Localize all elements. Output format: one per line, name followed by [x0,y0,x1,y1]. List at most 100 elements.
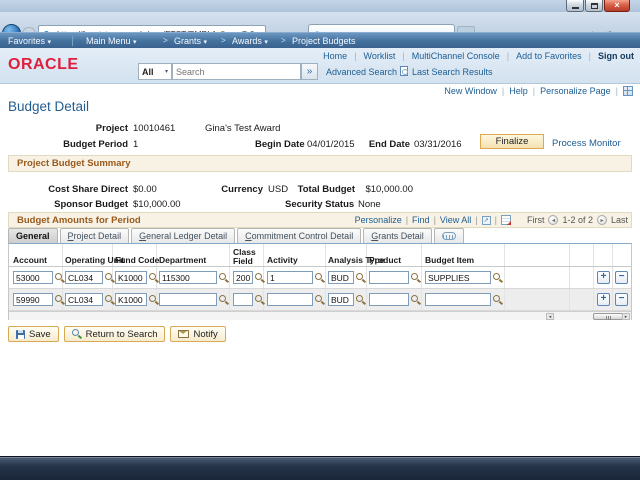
operating-unit-lookup-icon[interactable] [105,273,115,283]
activity-lookup-icon[interactable] [315,295,325,305]
account-lookup-icon[interactable] [55,295,65,305]
product-input-row2[interactable] [369,293,409,306]
department-input-row1[interactable] [159,271,217,284]
account-lookup-icon[interactable] [55,273,65,283]
personalize-link[interactable]: Personalize [355,215,402,225]
security-status-value: None [358,199,381,210]
budget-item-input-row1[interactable] [425,271,491,284]
product-lookup-icon[interactable] [411,295,421,305]
return-to-search-button[interactable]: Return to Search [63,326,166,342]
window-restore-button[interactable] [585,0,603,12]
separator: | [532,86,536,96]
fund-code-input-row2[interactable] [115,293,147,306]
taskbar: e ▶ II ▴ × 4:43 PM 3/2/2015 [0,456,640,480]
product-lookup-icon[interactable] [411,273,421,283]
department-input-row2[interactable] [159,293,217,306]
tab-project-detail[interactable]: Project Detail [59,228,130,243]
budget-item-input-row2[interactable] [425,293,491,306]
finalize-button[interactable]: Finalize [480,134,544,149]
add-row-button[interactable]: + [597,271,610,284]
search-input[interactable] [172,63,301,80]
class-field-input-row1[interactable] [233,271,253,284]
col-activity: Activity [267,255,298,265]
new-window-link[interactable]: New Window [444,86,497,96]
analysis-type-lookup-icon[interactable] [356,295,366,305]
analysis-type-input-row1[interactable] [328,271,354,284]
budget-item-lookup-icon[interactable] [493,295,503,305]
grid-horizontal-scrollbar: ◂ ▸ [9,311,631,320]
download-to-excel-icon[interactable] [500,215,511,225]
separator: | [354,51,357,61]
http-grid-icon[interactable] [623,86,633,96]
help-link[interactable]: Help [509,86,528,96]
caret-down-icon: ▾ [203,39,208,46]
multichannel-console-link[interactable]: MultiChannel Console [412,51,500,61]
breadcrumb-awards[interactable]: Awards ▾ [232,36,268,46]
first-label[interactable]: First [527,215,545,225]
delete-row-button[interactable]: − [615,293,628,306]
account-input-row1[interactable] [13,271,53,284]
delete-row-button[interactable]: − [615,271,628,284]
window-close-button[interactable]: × [604,0,630,12]
fund-code-input-row1[interactable] [115,271,147,284]
notify-button[interactable]: Notify [170,326,226,342]
main-menu[interactable]: Main Menu ▾ [86,36,137,46]
restore-icon [590,2,598,9]
next-row-icon[interactable]: ▸ [596,215,607,225]
operating-unit-lookup-icon[interactable] [105,295,115,305]
add-to-favorites-link[interactable]: Add to Favorites [516,51,582,61]
activity-input-row1[interactable] [267,271,313,284]
previous-row-icon[interactable]: ◂ [548,215,559,225]
search-scope-select[interactable]: All ▾ [138,63,172,80]
separator: | [506,51,510,61]
scrollbar-thumb[interactable] [593,313,623,320]
grid-toolbar: Personalize | Find | View All | ↗ | Firs… [355,215,628,225]
grid-tab-strip: General Project Detail General Ledger De… [8,228,632,243]
activity-lookup-icon[interactable] [315,273,325,283]
scroll-right-icon[interactable]: ▸ [622,313,630,320]
scroll-left-icon[interactable]: ◂ [546,313,554,320]
analysis-type-lookup-icon[interactable] [356,273,366,283]
tab-general-ledger-detail[interactable]: General Ledger Detail [131,228,236,243]
process-monitor-link[interactable]: Process Monitor [552,138,621,149]
last-label[interactable]: Last [611,215,628,225]
class-field-lookup-icon[interactable] [255,295,265,305]
product-input-row1[interactable] [369,271,409,284]
last-search-results-link[interactable]: Last Search Results [412,67,493,77]
show-all-columns-tab[interactable] [433,228,464,243]
department-lookup-icon[interactable] [219,295,229,305]
breadcrumb-grants[interactable]: Grants ▾ [174,36,207,46]
operating-unit-input-row2[interactable] [65,293,103,306]
operating-unit-input-row1[interactable] [65,271,103,284]
advanced-search-link[interactable]: Advanced Search [326,67,397,77]
search-go-button[interactable]: » [301,63,318,80]
begin-date-label: Begin Date [255,139,305,150]
department-lookup-icon[interactable] [219,273,229,283]
find-link[interactable]: Find [412,215,430,225]
favorites-menu[interactable]: Favorites ▾ [8,36,51,46]
budget-item-lookup-icon[interactable] [493,273,503,283]
tab-grants-detail[interactable]: Grants Detail [363,228,432,243]
screen: × ← → e https://fms-tst.ps.sc.edu/psp/FT… [0,0,640,480]
tab-general[interactable]: General [8,228,58,243]
analysis-type-input-row2[interactable] [328,293,354,306]
personalize-page-link[interactable]: Personalize Page [540,86,611,96]
tab-commitment-control-detail[interactable]: Commitment Control Detail [237,228,362,243]
account-input-row2[interactable] [13,293,53,306]
home-link[interactable]: Home [323,51,347,61]
sign-out-link[interactable]: Sign out [598,51,634,61]
zoom-popup-icon[interactable]: ↗ [481,215,491,225]
worklist-link[interactable]: Worklist [364,51,396,61]
separator: | [402,51,405,61]
window-minimize-button[interactable] [566,0,584,12]
class-field-input-row2[interactable] [233,293,253,306]
class-field-lookup-icon[interactable] [255,273,265,283]
last-search-results-icon [400,66,408,76]
add-row-button[interactable]: + [597,293,610,306]
fund-code-lookup-icon[interactable] [149,273,159,283]
save-button[interactable]: Save [8,326,59,342]
activity-input-row2[interactable] [267,293,313,306]
view-all-link[interactable]: View All [440,215,471,225]
caret-down-icon: ▾ [264,39,268,46]
fund-code-lookup-icon[interactable] [149,295,159,305]
